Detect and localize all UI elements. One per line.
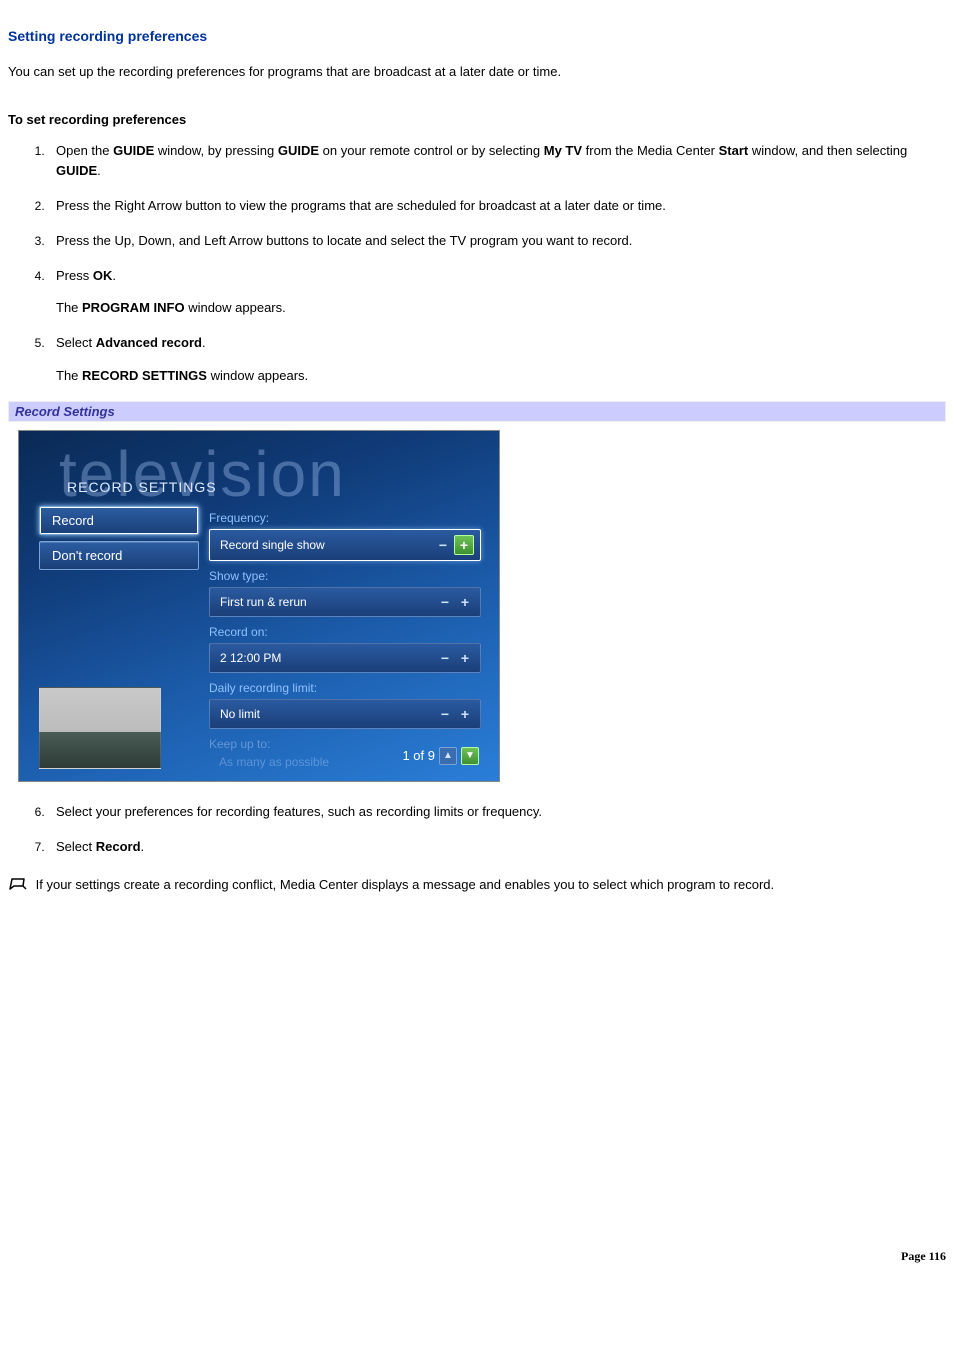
figure-caption: Record Settings <box>8 401 946 422</box>
plus-icon[interactable]: + <box>454 535 474 555</box>
step-5-note: The RECORD SETTINGS window appears. <box>56 366 946 387</box>
step-6: Select your preferences for recording fe… <box>48 802 946 823</box>
minus-icon[interactable]: − <box>436 705 454 723</box>
showtype-label: Show type: <box>209 569 481 583</box>
record-settings-title: RECORD SETTINGS <box>67 479 217 495</box>
minus-icon[interactable]: − <box>436 593 454 611</box>
note-icon <box>8 876 28 899</box>
page-number: Page 116 <box>8 1249 946 1264</box>
minus-icon[interactable]: − <box>436 649 454 667</box>
recordon-label: Record on: <box>209 625 481 639</box>
page-up-icon[interactable]: ▲ <box>439 747 457 765</box>
page-title: Setting recording preferences <box>8 28 946 44</box>
dont-record-button[interactable]: Don't record <box>39 541 199 570</box>
page-down-icon[interactable]: ▼ <box>461 747 479 765</box>
steps-list-cont: Select your preferences for recording fe… <box>8 802 946 858</box>
preview-thumbnail <box>39 687 161 769</box>
frequency-row[interactable]: Record single show − + <box>209 529 481 561</box>
plus-icon[interactable]: + <box>456 649 474 667</box>
settings-list: Frequency: Record single show − + Show t… <box>209 503 481 769</box>
step-3: Press the Up, Down, and Left Arrow butto… <box>48 231 946 252</box>
showtype-row[interactable]: First run & rerun − + <box>209 587 481 617</box>
step-1: Open the GUIDE window, by pressing GUIDE… <box>48 141 946 183</box>
step-2: Press the Right Arrow button to view the… <box>48 196 946 217</box>
step-7: Select Record. <box>48 837 946 858</box>
watermark-text: television <box>59 437 346 511</box>
recordon-row[interactable]: 2 12:00 PM − + <box>209 643 481 673</box>
note-paragraph: If your settings create a recording conf… <box>8 875 946 899</box>
minus-icon[interactable]: − <box>434 536 452 554</box>
record-button[interactable]: Record <box>39 506 199 535</box>
intro-paragraph: You can set up the recording preferences… <box>8 62 946 82</box>
record-settings-screenshot: television RECORD SETTINGS Record Don't … <box>18 430 946 782</box>
step-5: Select Advanced record. The RECORD SETTI… <box>48 333 946 387</box>
dailylimit-row[interactable]: No limit − + <box>209 699 481 729</box>
frequency-label: Frequency: <box>209 511 481 525</box>
steps-list: Open the GUIDE window, by pressing GUIDE… <box>8 141 946 387</box>
plus-icon[interactable]: + <box>456 593 474 611</box>
step-4-note: The PROGRAM INFO window appears. <box>56 298 946 319</box>
pager: 1 of 9 ▲ ▼ <box>402 747 479 765</box>
step-4: Press OK. The PROGRAM INFO window appear… <box>48 266 946 320</box>
dailylimit-label: Daily recording limit: <box>209 681 481 695</box>
procedure-heading: To set recording preferences <box>8 112 946 127</box>
plus-icon[interactable]: + <box>456 705 474 723</box>
